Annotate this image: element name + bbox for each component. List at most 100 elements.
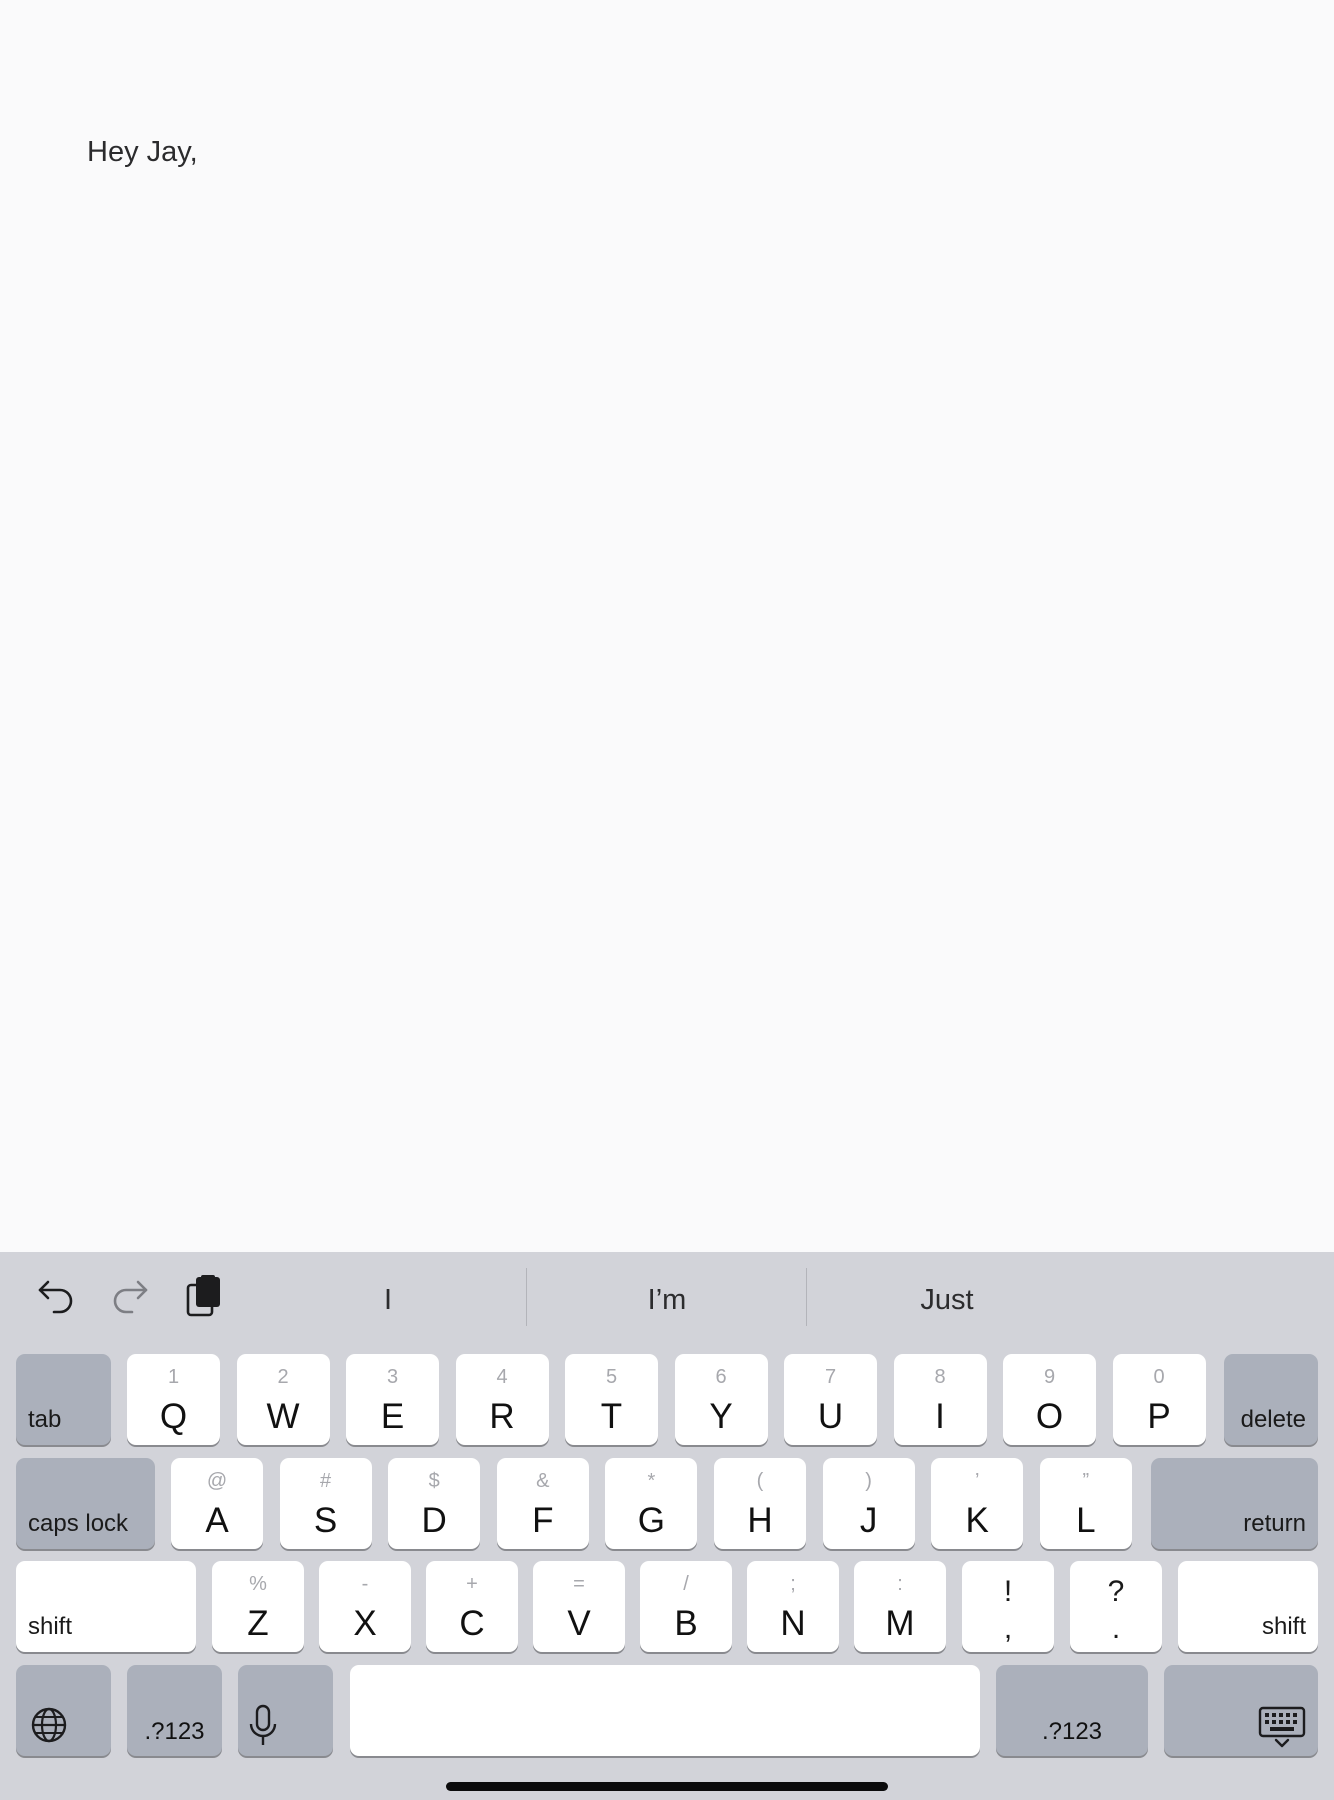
key-alt-character: * bbox=[647, 1470, 656, 1492]
period-mark: . bbox=[1111, 1612, 1121, 1645]
key-o[interactable]: 9O bbox=[1003, 1354, 1096, 1445]
key-letter: T bbox=[600, 1397, 623, 1436]
numbers-right-key-label: .?123 bbox=[1041, 1718, 1103, 1745]
key-n[interactable]: ; N bbox=[747, 1561, 839, 1652]
key-alt-character: 0 bbox=[1153, 1366, 1165, 1388]
key-alt-character: % bbox=[249, 1573, 267, 1595]
key-c[interactable]: + C bbox=[426, 1561, 518, 1652]
delete-key-label: delete bbox=[1240, 1406, 1306, 1433]
globe-icon bbox=[30, 1706, 68, 1744]
key-letter: N bbox=[780, 1604, 806, 1643]
key-alt-character: 7 bbox=[824, 1366, 837, 1388]
exclamation-mark: ! bbox=[1003, 1575, 1013, 1608]
shift-right-key-label: shift bbox=[1261, 1613, 1306, 1640]
key-u[interactable]: 7U bbox=[784, 1354, 877, 1445]
shift-left-key-label: shift bbox=[28, 1613, 73, 1640]
key-letter: R bbox=[489, 1397, 515, 1436]
shift-right-key[interactable]: shift bbox=[1178, 1561, 1318, 1652]
key-alt-character: = bbox=[573, 1573, 585, 1595]
clipboard-paste-icon bbox=[186, 1275, 220, 1317]
key-alt-character: 9 bbox=[1043, 1366, 1056, 1388]
key-alt-character: : bbox=[897, 1573, 903, 1595]
dismiss-keyboard-key[interactable] bbox=[1164, 1665, 1318, 1756]
tab-key-label: tab bbox=[28, 1406, 62, 1433]
keyboard: I I’m Just tab 1Q2W3E4R5T6Y7U8I9O0P dele… bbox=[0, 1252, 1334, 1800]
question-period-key[interactable]: ? . bbox=[1070, 1561, 1162, 1652]
keyboard-toolbar: I I’m Just bbox=[0, 1252, 1334, 1344]
key-letter: M bbox=[885, 1604, 915, 1643]
suggestion-1[interactable]: I bbox=[248, 1272, 528, 1328]
key-letter: S bbox=[313, 1501, 338, 1540]
key-l[interactable]: ” L bbox=[1039, 1458, 1132, 1549]
key-b[interactable]: / B bbox=[640, 1561, 732, 1652]
document-text[interactable]: Hey Jay, bbox=[87, 136, 198, 169]
numbers-left-key[interactable]: .?123 bbox=[127, 1665, 222, 1756]
numbers-right-key[interactable]: .?123 bbox=[996, 1665, 1148, 1756]
dictation-key[interactable] bbox=[238, 1665, 333, 1756]
key-alt-character: ’ bbox=[974, 1470, 980, 1492]
key-h[interactable]: (H bbox=[714, 1458, 806, 1549]
key-letter: J bbox=[859, 1501, 878, 1540]
key-k[interactable]: ’ K bbox=[931, 1458, 1024, 1549]
caps-lock-key-label: caps lock bbox=[28, 1510, 129, 1537]
tab-key[interactable]: tab bbox=[16, 1354, 111, 1445]
key-i[interactable]: 8I bbox=[893, 1354, 987, 1445]
key-alt-character: ( bbox=[756, 1470, 764, 1492]
return-key[interactable]: return bbox=[1151, 1458, 1318, 1549]
home-indicator[interactable] bbox=[446, 1782, 888, 1791]
key-r[interactable]: 4R bbox=[455, 1354, 549, 1445]
space-key[interactable] bbox=[350, 1665, 980, 1756]
key-letter: Y bbox=[709, 1397, 733, 1436]
key-letter: E bbox=[380, 1397, 405, 1436]
undo-button[interactable] bbox=[32, 1272, 80, 1320]
key-alt-character: 5 bbox=[605, 1366, 618, 1388]
key-t[interactable]: 5T bbox=[565, 1354, 658, 1445]
key-e[interactable]: 3E bbox=[346, 1354, 439, 1445]
key-j[interactable]: ) J bbox=[822, 1458, 915, 1549]
key-g[interactable]: * G bbox=[605, 1458, 698, 1549]
key-d[interactable]: $ D bbox=[388, 1458, 481, 1549]
redo-arrow-icon bbox=[113, 1280, 148, 1314]
key-letter: V bbox=[567, 1604, 591, 1643]
delete-key[interactable]: delete bbox=[1224, 1354, 1318, 1445]
exclamation-comma-key[interactable]: ! , bbox=[962, 1561, 1054, 1652]
key-letter: P bbox=[1147, 1397, 1171, 1436]
caps-lock-key[interactable]: caps lock bbox=[16, 1458, 155, 1549]
key-letter: H bbox=[747, 1501, 773, 1540]
suggestion-2[interactable]: I’m bbox=[527, 1272, 807, 1328]
key-alt-character: & bbox=[536, 1470, 550, 1492]
key-x[interactable]: -X bbox=[319, 1561, 411, 1652]
paste-button[interactable] bbox=[180, 1272, 228, 1320]
key-z[interactable]: % Z bbox=[212, 1561, 304, 1652]
key-m[interactable]: :M bbox=[854, 1561, 946, 1652]
key-v[interactable]: = V bbox=[533, 1561, 625, 1652]
key-letter: A bbox=[205, 1501, 229, 1540]
comma-mark: , bbox=[1003, 1612, 1013, 1645]
key-letter: D bbox=[421, 1501, 447, 1540]
key-letter: Q bbox=[159, 1397, 188, 1436]
globe-key[interactable] bbox=[16, 1665, 111, 1756]
key-w[interactable]: 2W bbox=[236, 1354, 330, 1445]
key-s[interactable]: # S bbox=[279, 1458, 372, 1549]
key-f[interactable]: & F bbox=[496, 1458, 589, 1549]
shift-left-key[interactable]: shift bbox=[16, 1561, 196, 1652]
return-key-label: return bbox=[1243, 1510, 1306, 1537]
document-area[interactable]: Hey Jay, bbox=[0, 0, 1334, 1252]
key-alt-character: ; bbox=[790, 1573, 796, 1595]
key-letter: O bbox=[1035, 1397, 1064, 1436]
key-alt-character: 8 bbox=[934, 1366, 946, 1388]
key-alt-character: 4 bbox=[496, 1366, 508, 1388]
undo-arrow-icon bbox=[38, 1280, 73, 1314]
suggestion-3[interactable]: Just bbox=[807, 1272, 1087, 1328]
key-a[interactable]: @ A bbox=[171, 1458, 263, 1549]
redo-button[interactable] bbox=[106, 1272, 154, 1320]
key-q[interactable]: 1Q bbox=[127, 1354, 220, 1445]
key-alt-character: @ bbox=[206, 1470, 228, 1492]
key-y[interactable]: 6Y bbox=[674, 1354, 768, 1445]
key-alt-character: / bbox=[683, 1573, 689, 1595]
key-letter: L bbox=[1076, 1501, 1096, 1540]
key-letter: W bbox=[266, 1397, 300, 1436]
key-p[interactable]: 0P bbox=[1112, 1354, 1206, 1445]
key-alt-character: # bbox=[320, 1470, 332, 1492]
key-alt-character: 1 bbox=[167, 1366, 180, 1388]
